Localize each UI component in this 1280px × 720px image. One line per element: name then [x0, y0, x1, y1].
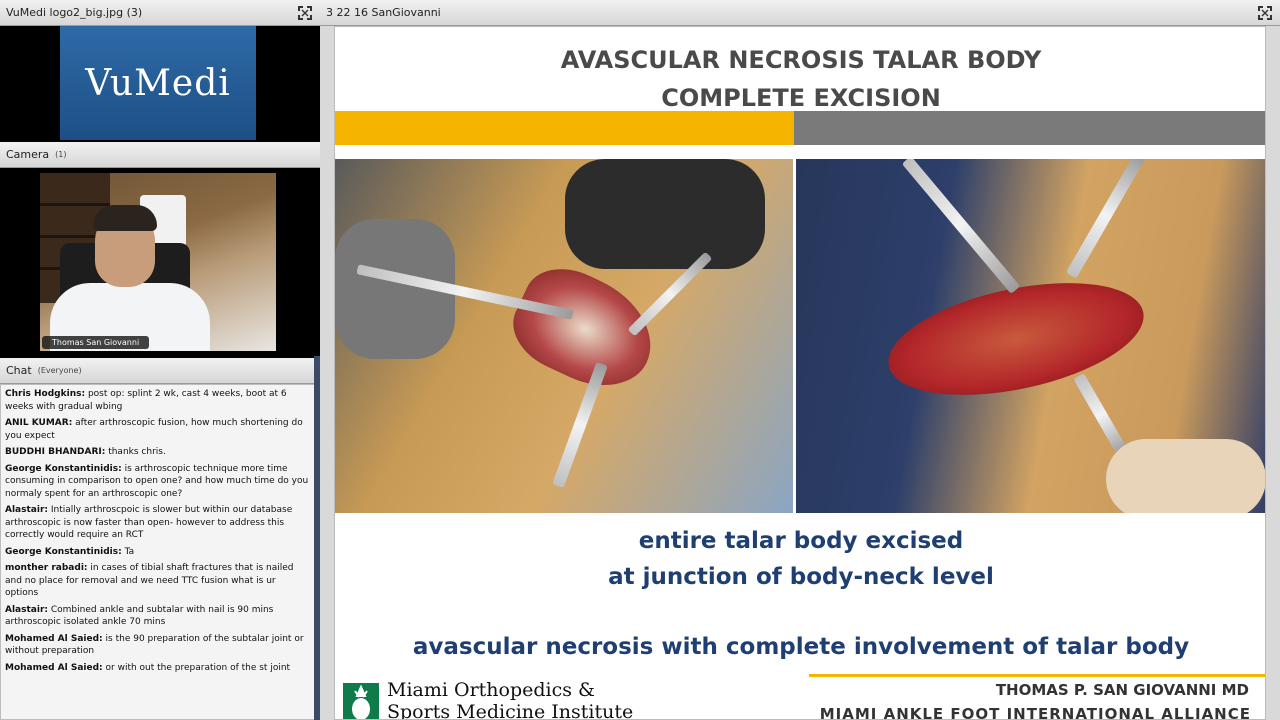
logo-pod-title: VuMedi logo2_big.jpg (3)	[6, 6, 143, 19]
vumedi-logo: VuMedi	[60, 26, 256, 140]
chat-sender: George Konstantinidis:	[5, 463, 122, 474]
caption-line1: entire talar body excised	[638, 528, 964, 554]
chat-sender: BUDDHI BHANDARI:	[5, 447, 106, 457]
surgical-photo-right	[796, 159, 1265, 513]
chat-sender: ANIL KUMAR:	[5, 418, 73, 428]
footer-accent-line	[809, 674, 1265, 677]
chat-audience[interactable]: (Everyone)	[38, 366, 82, 375]
camera-pod-title: Camera	[6, 148, 50, 161]
incision	[500, 254, 670, 404]
camera-pod: Camera (1) Thomas San Giovanni	[0, 142, 320, 358]
camera-name-tag: Thomas San Giovanni	[42, 336, 150, 349]
surgical-photo-left	[335, 159, 793, 513]
logo-pod: VuMedi logo2_big.jpg (3) VuMedi	[0, 0, 320, 142]
accent-bar-yellow	[335, 111, 794, 145]
footer-alliance: MIAMI ANKLE FOOT INTERNATIONAL ALLIANCE	[819, 705, 1251, 720]
left-column: VuMedi logo2_big.jpg (3) VuMedi Camera (…	[0, 0, 320, 720]
camera-area: Thomas San Giovanni	[0, 168, 320, 358]
chat-message: ANIL KUMAR: after arthroscopic fusion, h…	[5, 417, 311, 442]
chat-message: George Konstantinidis: Ta	[5, 546, 311, 559]
footer-org-line1: Miami Orthopedics &	[387, 679, 595, 701]
footer-org-line2: Sports Medicine Institute	[387, 701, 634, 720]
caption-line2: at junction of body-neck level	[608, 564, 994, 590]
slide-caption: entire talar body excised at junction of…	[335, 523, 1265, 595]
chat-text: Ta	[124, 546, 135, 557]
slide: AVASCULAR NECROSIS TALAR BODY COMPLETE E…	[334, 26, 1266, 720]
chat-message: Chris Hodgkins: post op: splint 2 wk, ca…	[5, 388, 311, 413]
fullscreen-icon[interactable]	[298, 6, 312, 20]
speaker-hair	[93, 205, 157, 231]
retractor	[1073, 373, 1129, 457]
slide-title: AVASCULAR NECROSIS TALAR BODY COMPLETE E…	[335, 41, 1265, 117]
slide-caption-secondary: avascular necrosis with complete involve…	[412, 634, 1190, 660]
footer-organization: Miami Orthopedics & Sports Medicine Inst…	[387, 679, 634, 720]
chat-message: Alastair: Intially arthroscpoic is slowe…	[5, 504, 311, 542]
share-pod: 3 22 16 SanGiovanni AVASCULAR NECROSIS T…	[320, 0, 1280, 720]
retractor	[1065, 159, 1147, 279]
logo-pod-header: VuMedi logo2_big.jpg (3)	[0, 0, 320, 26]
chat-pod-title: Chat	[6, 364, 32, 377]
chat-message: BUDDHI BHANDARI: thanks chris.	[5, 446, 311, 459]
chat-pod-header: Chat (Everyone)	[0, 358, 320, 384]
chat-text: or with out the preparation of the st jo…	[105, 662, 291, 673]
retractor	[901, 159, 1021, 294]
chat-sender: monther rabadi:	[5, 563, 88, 573]
accent-bar-gray	[794, 111, 1265, 145]
chat-text: Intially arthroscpoic is slower but with…	[5, 505, 293, 540]
share-pod-header: 3 22 16 SanGiovanni	[320, 0, 1280, 26]
share-pod-title: 3 22 16 SanGiovanni	[326, 6, 441, 19]
camera-video: Thomas San Giovanni	[40, 173, 276, 351]
chat-sender: Alastair:	[5, 505, 48, 515]
chat-message-list[interactable]: Chris Hodgkins: post op: splint 2 wk, ca…	[0, 384, 316, 720]
footer-presenter-name: THOMAS P. SAN GIOVANNI MD	[995, 681, 1249, 699]
chat-pod: Chat (Everyone) Chris Hodgkins: post op:…	[0, 358, 320, 720]
chat-sender: Chris Hodgkins:	[5, 389, 86, 399]
logo-area: VuMedi	[0, 26, 320, 142]
fullscreen-icon[interactable]	[1258, 6, 1272, 20]
chat-sender: Mohamed Al Saied:	[5, 662, 103, 673]
pineapple-logo-icon	[343, 683, 379, 719]
camera-count: (1)	[55, 150, 67, 159]
chat-message: Alastair: Combined ankle and subtalar wi…	[5, 604, 311, 629]
chat-sender: Alastair:	[5, 604, 48, 615]
chat-sender: Mohamed Al Saied:	[5, 633, 103, 644]
camera-pod-header: Camera (1)	[0, 142, 320, 168]
vumedi-logo-text: VuMedi	[85, 62, 231, 104]
slide-title-line1: AVASCULAR NECROSIS TALAR BODY	[560, 46, 1042, 74]
chat-sender: George Konstantinidis:	[5, 546, 122, 557]
chat-message: Mohamed Al Saied: or with out the prepar…	[5, 662, 311, 675]
chat-message: monther rabadi: in cases of tibial shaft…	[5, 562, 311, 600]
chat-message: George Konstantinidis: is arthroscopic t…	[5, 463, 311, 501]
chat-text: thanks chris.	[108, 447, 166, 457]
glove	[1106, 439, 1265, 513]
chat-message: Mohamed Al Saied: is the 90 preparation …	[5, 633, 311, 658]
glove	[565, 159, 765, 269]
